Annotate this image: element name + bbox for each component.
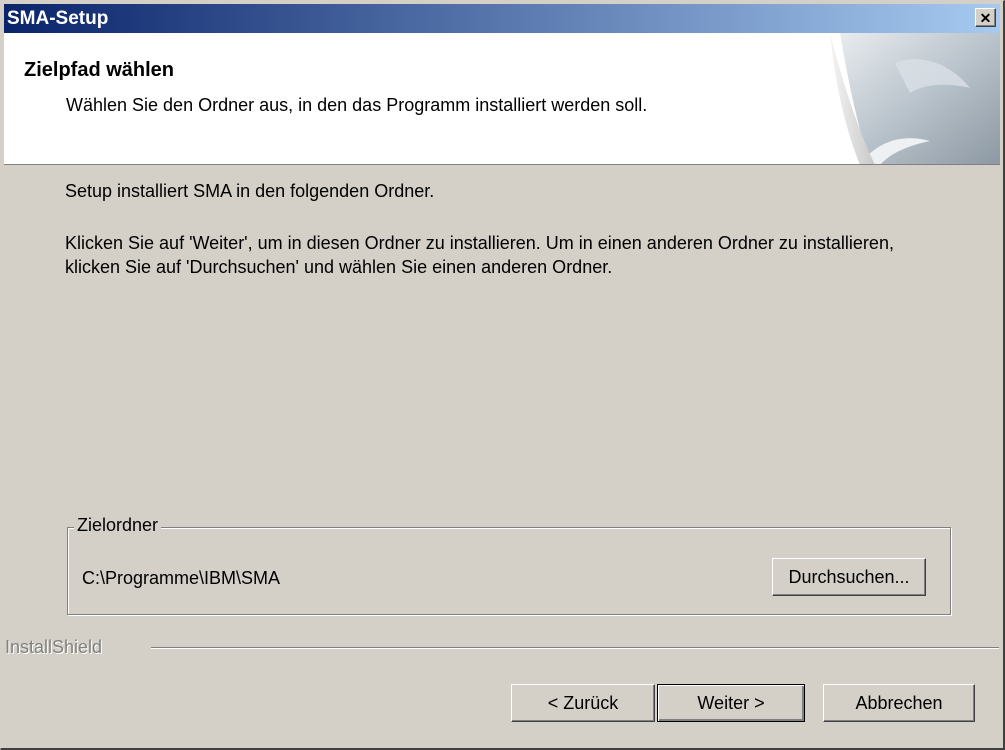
cancel-button[interactable]: Abbrechen [823,684,975,722]
browse-button[interactable]: Durchsuchen... [772,558,926,596]
back-button[interactable]: < Zurück [511,684,655,722]
installshield-graphic [830,33,1000,164]
group-label: Zielordner [74,515,162,536]
destination-folder-group: Zielordner C:\Programme\IBM\SMA Durchsuc… [67,515,951,615]
close-icon: ✕ [979,9,992,26]
title-bar[interactable]: SMA-Setup ✕ [4,4,1000,33]
setup-window: SMA-Setup ✕ Zielpfad wählen Wählen Sie d… [0,0,1005,750]
installshield-label: InstallShield [5,637,111,658]
close-button[interactable]: ✕ [975,8,996,27]
intro-text: Setup installiert SMA in den folgenden O… [65,181,435,201]
page-title: Zielpfad wählen [24,59,175,81]
window-title: SMA-Setup [7,7,109,29]
footer-divider [151,647,999,649]
destination-path: C:\Programme\IBM\SMA [82,568,281,588]
instructions-text: Klicken Sie auf 'Weiter', um in diesen O… [65,233,894,277]
next-button[interactable]: Weiter > [657,684,805,722]
header-panel: Zielpfad wählen Wählen Sie den Ordner au… [4,33,1000,165]
page-subtitle: Wählen Sie den Ordner aus, in den das Pr… [66,95,648,115]
